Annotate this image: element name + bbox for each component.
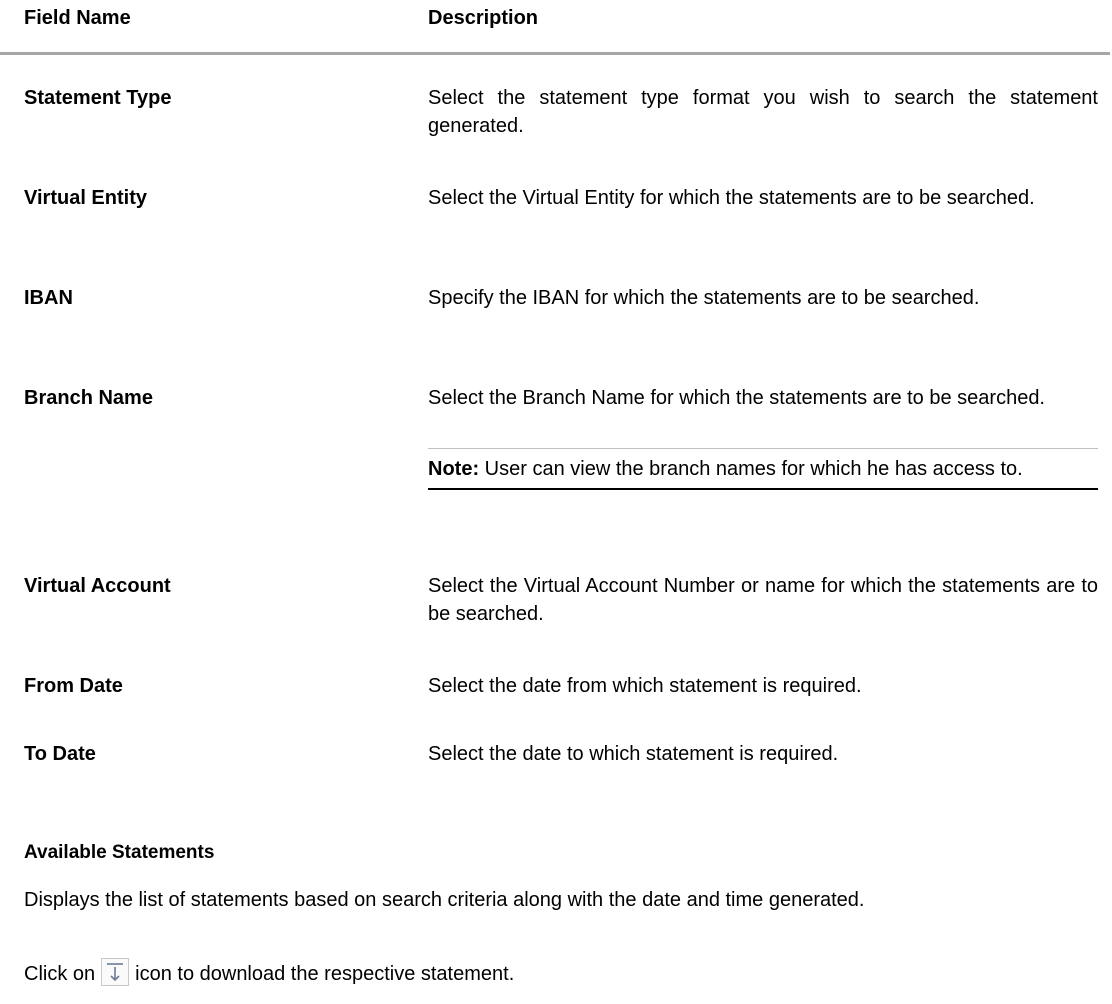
download-instruction: Click on icon to download the respective … xyxy=(24,958,1098,988)
instruction-suffix: icon to download the respective statemen… xyxy=(135,963,515,985)
branch-note: Note: User can view the branch names for… xyxy=(428,448,1098,490)
field-description: Select the Branch Name for which the sta… xyxy=(428,387,1045,409)
instruction-prefix: Click on xyxy=(24,963,96,985)
field-name: IBAN xyxy=(24,287,73,309)
note-label: Note: xyxy=(428,458,480,480)
section-description: Displays the list of statements based on… xyxy=(24,889,865,911)
field-name: From Date xyxy=(24,675,123,697)
field-name: To Date xyxy=(24,743,96,765)
field-description: Specify the IBAN for which the statement… xyxy=(428,287,980,309)
field-name: Virtual Entity xyxy=(24,187,147,209)
note-text: User can view the branch names for which… xyxy=(479,458,1023,480)
header-description: Description xyxy=(428,7,539,29)
field-name: Branch Name xyxy=(24,387,153,409)
header-field-name: Field Name xyxy=(24,7,131,29)
section-title: Available Statements xyxy=(24,842,215,863)
field-description: Select the Virtual Account Number or nam… xyxy=(428,575,1098,625)
field-description: Select the date to which statement is re… xyxy=(428,743,839,765)
download-icon xyxy=(101,958,130,986)
field-description: Select the statement type format you wis… xyxy=(428,87,1098,137)
field-name: Virtual Account xyxy=(24,575,171,597)
field-description: Select the Virtual Entity for which the … xyxy=(428,187,1035,209)
table-header: Field Name Description xyxy=(0,0,1110,55)
document-page: Field Name Description Statement Type Se… xyxy=(0,0,1112,1004)
field-name: Statement Type xyxy=(24,87,172,109)
field-description: Select the date from which statement is … xyxy=(428,675,862,697)
